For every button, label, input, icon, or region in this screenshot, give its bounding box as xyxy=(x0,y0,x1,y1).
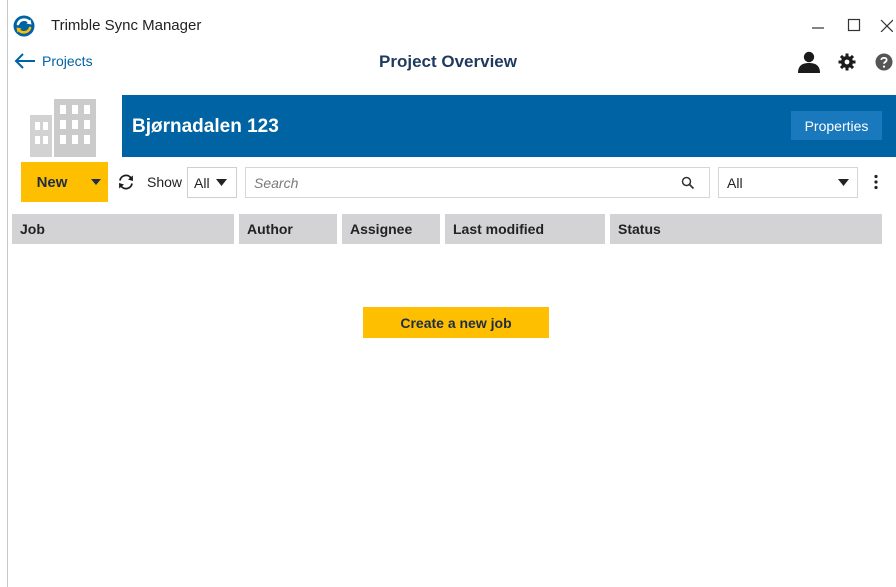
maximize-icon xyxy=(847,18,861,32)
new-split-button[interactable]: New xyxy=(21,162,108,202)
caret-down-icon xyxy=(90,179,101,185)
search-input[interactable] xyxy=(252,173,676,192)
close-button[interactable] xyxy=(875,10,896,40)
column-header-status[interactable]: Status xyxy=(610,214,882,244)
status-filter-select[interactable]: All xyxy=(718,167,858,198)
search-icon[interactable] xyxy=(681,176,695,190)
caret-down-icon xyxy=(838,179,849,186)
status-filter-value: All xyxy=(727,174,743,191)
create-new-job-button[interactable]: Create a new job xyxy=(363,307,549,338)
new-dropdown-toggle[interactable] xyxy=(83,162,108,202)
show-filter-select[interactable]: All xyxy=(187,167,237,198)
minimize-button[interactable] xyxy=(803,10,833,40)
page-title: Project Overview xyxy=(379,52,517,71)
close-icon xyxy=(880,19,893,32)
column-header-last-modified[interactable]: Last modified xyxy=(445,214,605,244)
user-icon[interactable] xyxy=(796,50,822,74)
show-label: Show xyxy=(147,174,183,190)
column-header-job[interactable]: Job xyxy=(12,214,234,244)
app-title: Trimble Sync Manager xyxy=(51,17,202,34)
window-frame xyxy=(7,0,896,587)
show-filter-value: All xyxy=(194,174,210,191)
building-icon xyxy=(30,95,102,157)
minimize-icon xyxy=(812,27,824,29)
app-logo-icon xyxy=(13,15,35,37)
caret-down-icon xyxy=(215,179,227,186)
search-field[interactable] xyxy=(245,167,710,198)
maximize-button[interactable] xyxy=(839,10,869,40)
kebab-menu-icon[interactable] xyxy=(868,170,884,194)
column-header-assignee[interactable]: Assignee xyxy=(342,214,440,244)
properties-button[interactable]: Properties xyxy=(791,111,882,140)
project-name: Bjørnadalen 123 xyxy=(132,116,279,137)
help-icon[interactable] xyxy=(874,50,894,74)
refresh-icon[interactable] xyxy=(117,173,135,191)
new-button-label[interactable]: New xyxy=(21,174,83,191)
column-header-author[interactable]: Author xyxy=(239,214,337,244)
gear-icon[interactable] xyxy=(836,50,858,74)
